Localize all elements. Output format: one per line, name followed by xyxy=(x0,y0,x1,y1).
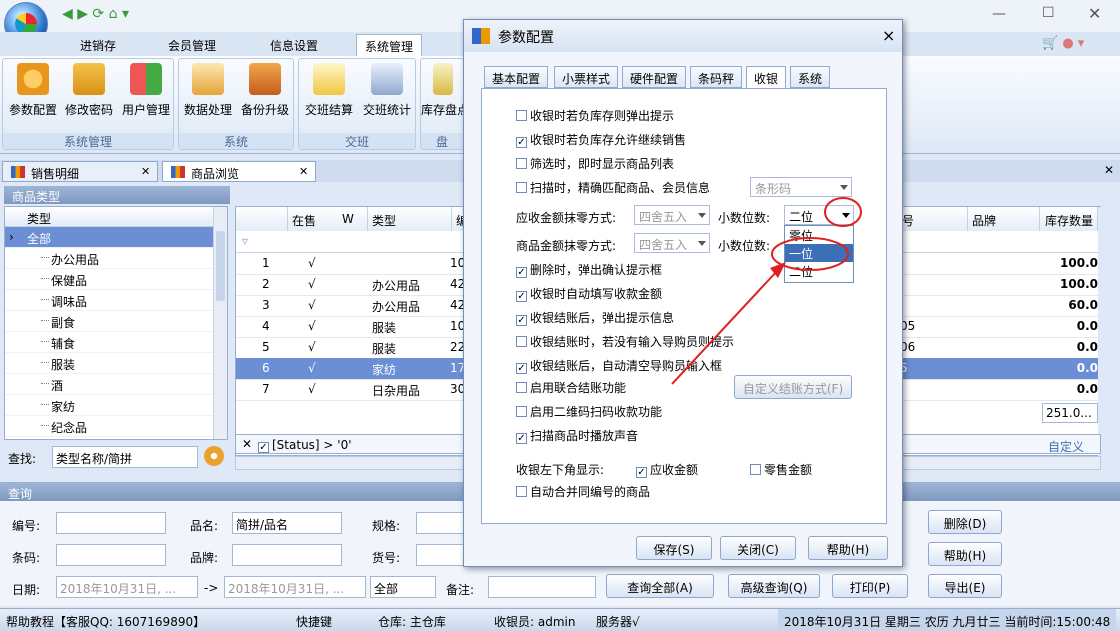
annotation-overlay xyxy=(671,197,862,385)
annotation-circle-arrow xyxy=(824,197,862,227)
annotation-arrow xyxy=(671,269,779,385)
